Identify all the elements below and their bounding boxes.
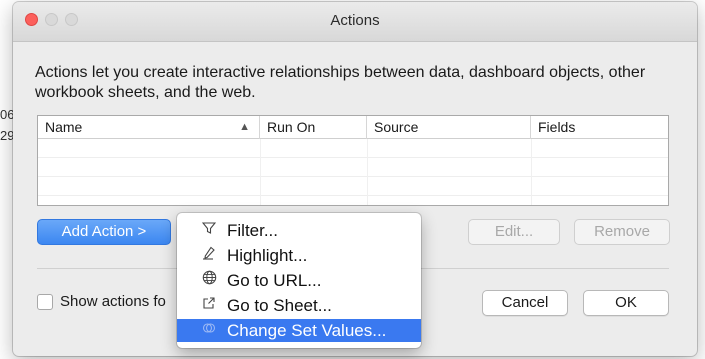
show-actions-label: Show actions fo xyxy=(60,293,166,310)
highlight-icon xyxy=(201,244,217,267)
column-header-fields[interactable]: Fields xyxy=(531,116,668,139)
globe-icon xyxy=(201,269,217,292)
table-row xyxy=(38,139,668,158)
table-row xyxy=(38,177,668,196)
sort-ascending-icon: ▲ xyxy=(239,121,250,133)
filter-icon xyxy=(201,219,217,242)
menu-item-go-to-sheet[interactable]: Go to Sheet... xyxy=(177,294,421,317)
dialog-description: Actions let you create interactive relat… xyxy=(35,64,646,101)
menu-item-change-set-values[interactable]: Change Set Values... xyxy=(177,319,421,342)
column-divider xyxy=(367,139,368,205)
menu-item-highlight[interactable]: Highlight... xyxy=(177,244,421,267)
show-actions-checkbox[interactable] xyxy=(37,294,53,310)
external-link-icon xyxy=(201,294,217,317)
menu-item-label: Go to Sheet... xyxy=(227,296,332,315)
edit-button[interactable]: Edit... xyxy=(468,219,560,245)
menu-item-label: Filter... xyxy=(227,221,279,240)
add-action-menu: Filter... Highlight... Go to URL... Go t… xyxy=(177,213,421,348)
table-header: Name ▲ Run On Source Fields xyxy=(38,116,668,139)
column-divider xyxy=(260,139,261,205)
set-icon xyxy=(201,319,217,342)
table-row xyxy=(38,158,668,177)
cancel-button[interactable]: Cancel xyxy=(482,290,568,316)
add-action-button[interactable]: Add Action > xyxy=(37,219,171,245)
column-divider xyxy=(531,139,532,205)
menu-item-filter[interactable]: Filter... xyxy=(177,219,421,242)
actions-table[interactable]: Name ▲ Run On Source Fields xyxy=(37,115,669,206)
column-header-source[interactable]: Source xyxy=(367,116,531,139)
column-header-label: Name xyxy=(45,119,83,135)
menu-item-label: Go to URL... xyxy=(227,271,322,290)
ok-button[interactable]: OK xyxy=(583,290,669,316)
menu-item-go-to-url[interactable]: Go to URL... xyxy=(177,269,421,292)
column-header-run-on[interactable]: Run On xyxy=(260,116,367,139)
remove-button[interactable]: Remove xyxy=(574,219,670,245)
title-bar: Actions xyxy=(13,2,697,42)
window-title: Actions xyxy=(330,12,380,29)
menu-item-label: Change Set Values... xyxy=(227,321,387,340)
column-header-name[interactable]: Name ▲ xyxy=(38,116,260,139)
menu-item-label: Highlight... xyxy=(227,246,308,265)
